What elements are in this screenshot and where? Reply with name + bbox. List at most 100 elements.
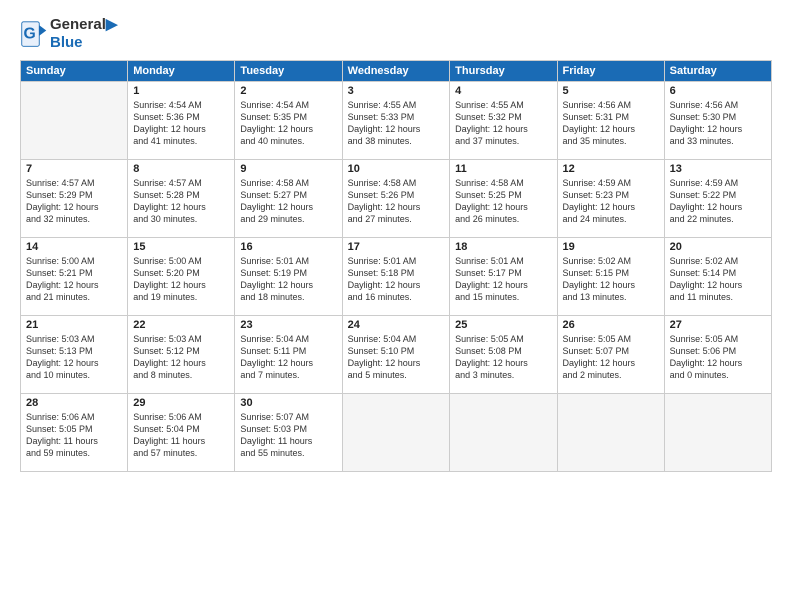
calendar-cell: 16 Sunrise: 5:01 AMSunset: 5:19 PMDayligh… — [235, 238, 342, 316]
header-monday: Monday — [128, 61, 235, 82]
calendar-cell: 2 Sunrise: 4:54 AMSunset: 5:35 PMDaylight… — [235, 82, 342, 160]
day-info: Sunrise: 4:54 AMSunset: 5:36 PMDaylight:… — [133, 99, 229, 148]
day-number: 26 — [563, 319, 659, 331]
calendar-cell — [342, 394, 450, 472]
week-row-1: 1 Sunrise: 4:54 AMSunset: 5:36 PMDaylight… — [21, 82, 772, 160]
day-number: 27 — [670, 319, 766, 331]
day-number: 6 — [670, 85, 766, 97]
logo-icon: G — [20, 20, 48, 48]
day-info: Sunrise: 4:58 AMSunset: 5:27 PMDaylight:… — [240, 177, 336, 226]
calendar-cell: 29Sunrise: 5:06 AMSunset: 5:04 PMDayligh… — [128, 394, 235, 472]
page: G General▶ Blue SundayMondayTuesdayWedne… — [0, 0, 792, 612]
day-info: Sunrise: 5:05 AMSunset: 5:08 PMDaylight:… — [455, 333, 551, 382]
header-friday: Friday — [557, 61, 664, 82]
day-number: 18 — [455, 241, 551, 253]
calendar-cell — [664, 394, 771, 472]
day-info: Sunrise: 5:04 AMSunset: 5:10 PMDaylight:… — [348, 333, 445, 382]
day-info: Sunrise: 5:07 AMSunset: 5:03 PMDaylight:… — [240, 411, 336, 460]
day-info: Sunrise: 5:02 AMSunset: 5:15 PMDaylight:… — [563, 255, 659, 304]
calendar-cell: 8Sunrise: 4:57 AMSunset: 5:28 PMDaylight… — [128, 160, 235, 238]
day-number: 12 — [563, 163, 659, 175]
calendar-cell: 3Sunrise: 4:55 AMSunset: 5:33 PMDaylight… — [342, 82, 450, 160]
calendar-cell: 28Sunrise: 5:06 AMSunset: 5:05 PMDayligh… — [21, 394, 128, 472]
calendar-cell: 22 Sunrise: 5:03 AMSunset: 5:12 PMDayligh… — [128, 316, 235, 394]
week-row-3: 14 Sunrise: 5:00 AMSunset: 5:21 PMDayligh… — [21, 238, 772, 316]
calendar-header-row: SundayMondayTuesdayWednesdayThursdayFrid… — [21, 61, 772, 82]
day-info: Sunrise: 4:58 AMSunset: 5:25 PMDaylight:… — [455, 177, 551, 226]
day-info: Sunrise: 5:04 AMSunset: 5:11 PMDaylight:… — [240, 333, 336, 382]
day-number: 25 — [455, 319, 551, 331]
header-sunday: Sunday — [21, 61, 128, 82]
calendar-cell: 5 Sunrise: 4:56 AMSunset: 5:31 PMDaylight… — [557, 82, 664, 160]
calendar-cell: 12 Sunrise: 4:59 AMSunset: 5:23 PMDayligh… — [557, 160, 664, 238]
day-number: 29 — [133, 397, 229, 409]
day-number: 4 — [455, 85, 551, 97]
calendar-cell: 23 Sunrise: 5:04 AMSunset: 5:11 PMDayligh… — [235, 316, 342, 394]
calendar-cell: 1 Sunrise: 4:54 AMSunset: 5:36 PMDaylight… — [128, 82, 235, 160]
calendar-cell: 17Sunrise: 5:01 AMSunset: 5:18 PMDayligh… — [342, 238, 450, 316]
day-number: 11 — [455, 163, 551, 175]
calendar-cell: 21 Sunrise: 5:03 AMSunset: 5:13 PMDayligh… — [21, 316, 128, 394]
day-info: Sunrise: 5:00 AMSunset: 5:21 PMDaylight:… — [26, 255, 122, 304]
day-number: 2 — [240, 85, 336, 97]
calendar-cell: 15Sunrise: 5:00 AMSunset: 5:20 PMDayligh… — [128, 238, 235, 316]
calendar-cell: 4 Sunrise: 4:55 AMSunset: 5:32 PMDaylight… — [450, 82, 557, 160]
day-info: Sunrise: 5:01 AMSunset: 5:18 PMDaylight:… — [348, 255, 445, 304]
day-info: Sunrise: 4:55 AMSunset: 5:32 PMDaylight:… — [455, 99, 551, 148]
day-number: 30 — [240, 397, 336, 409]
calendar-cell: 25 Sunrise: 5:05 AMSunset: 5:08 PMDayligh… — [450, 316, 557, 394]
day-number: 9 — [240, 163, 336, 175]
day-info: Sunrise: 5:03 AMSunset: 5:13 PMDaylight:… — [26, 333, 122, 382]
day-number: 10 — [348, 163, 445, 175]
calendar: SundayMondayTuesdayWednesdayThursdayFrid… — [20, 60, 772, 472]
calendar-cell: 11 Sunrise: 4:58 AMSunset: 5:25 PMDayligh… — [450, 160, 557, 238]
calendar-cell: 26 Sunrise: 5:05 AMSunset: 5:07 PMDayligh… — [557, 316, 664, 394]
day-number: 5 — [563, 85, 659, 97]
calendar-cell — [450, 394, 557, 472]
day-number: 8 — [133, 163, 229, 175]
svg-text:G: G — [23, 25, 35, 42]
day-info: Sunrise: 4:59 AMSunset: 5:22 PMDaylight:… — [670, 177, 766, 226]
calendar-cell: 18 Sunrise: 5:01 AMSunset: 5:17 PMDayligh… — [450, 238, 557, 316]
day-number: 1 — [133, 85, 229, 97]
calendar-cell — [21, 82, 128, 160]
day-info: Sunrise: 5:01 AMSunset: 5:17 PMDaylight:… — [455, 255, 551, 304]
day-info: Sunrise: 4:54 AMSunset: 5:35 PMDaylight:… — [240, 99, 336, 148]
calendar-cell: 10 Sunrise: 4:58 AMSunset: 5:26 PMDayligh… — [342, 160, 450, 238]
day-number: 14 — [26, 241, 122, 253]
day-number: 16 — [240, 241, 336, 253]
day-info: Sunrise: 5:03 AMSunset: 5:12 PMDaylight:… — [133, 333, 229, 382]
day-info: Sunrise: 5:05 AMSunset: 5:07 PMDaylight:… — [563, 333, 659, 382]
day-number: 15 — [133, 241, 229, 253]
day-number: 24 — [348, 319, 445, 331]
week-row-4: 21 Sunrise: 5:03 AMSunset: 5:13 PMDayligh… — [21, 316, 772, 394]
calendar-cell — [557, 394, 664, 472]
day-number: 22 — [133, 319, 229, 331]
day-number: 21 — [26, 319, 122, 331]
day-number: 19 — [563, 241, 659, 253]
calendar-cell: 19 Sunrise: 5:02 AMSunset: 5:15 PMDayligh… — [557, 238, 664, 316]
header: G General▶ Blue — [20, 16, 772, 52]
calendar-cell: 7Sunrise: 4:57 AMSunset: 5:29 PMDaylight… — [21, 160, 128, 238]
calendar-cell: 6Sunrise: 4:56 AMSunset: 5:30 PMDaylight… — [664, 82, 771, 160]
header-thursday: Thursday — [450, 61, 557, 82]
calendar-cell: 27 Sunrise: 5:05 AMSunset: 5:06 PMDayligh… — [664, 316, 771, 394]
day-number: 23 — [240, 319, 336, 331]
calendar-cell: 30 Sunrise: 5:07 AMSunset: 5:03 PMDayligh… — [235, 394, 342, 472]
week-row-2: 7Sunrise: 4:57 AMSunset: 5:29 PMDaylight… — [21, 160, 772, 238]
day-info: Sunrise: 5:05 AMSunset: 5:06 PMDaylight:… — [670, 333, 766, 382]
calendar-cell: 13Sunrise: 4:59 AMSunset: 5:22 PMDayligh… — [664, 160, 771, 238]
day-info: Sunrise: 5:02 AMSunset: 5:14 PMDaylight:… — [670, 255, 766, 304]
day-info: Sunrise: 4:56 AMSunset: 5:31 PMDaylight:… — [563, 99, 659, 148]
day-number: 3 — [348, 85, 445, 97]
calendar-cell: 24 Sunrise: 5:04 AMSunset: 5:10 PMDayligh… — [342, 316, 450, 394]
day-number: 28 — [26, 397, 122, 409]
header-tuesday: Tuesday — [235, 61, 342, 82]
day-info: Sunrise: 4:58 AMSunset: 5:26 PMDaylight:… — [348, 177, 445, 226]
week-row-5: 28Sunrise: 5:06 AMSunset: 5:05 PMDayligh… — [21, 394, 772, 472]
calendar-cell: 20 Sunrise: 5:02 AMSunset: 5:14 PMDayligh… — [664, 238, 771, 316]
day-number: 20 — [670, 241, 766, 253]
header-wednesday: Wednesday — [342, 61, 450, 82]
day-info: Sunrise: 4:59 AMSunset: 5:23 PMDaylight:… — [563, 177, 659, 226]
day-info: Sunrise: 5:01 AMSunset: 5:19 PMDaylight:… — [240, 255, 336, 304]
